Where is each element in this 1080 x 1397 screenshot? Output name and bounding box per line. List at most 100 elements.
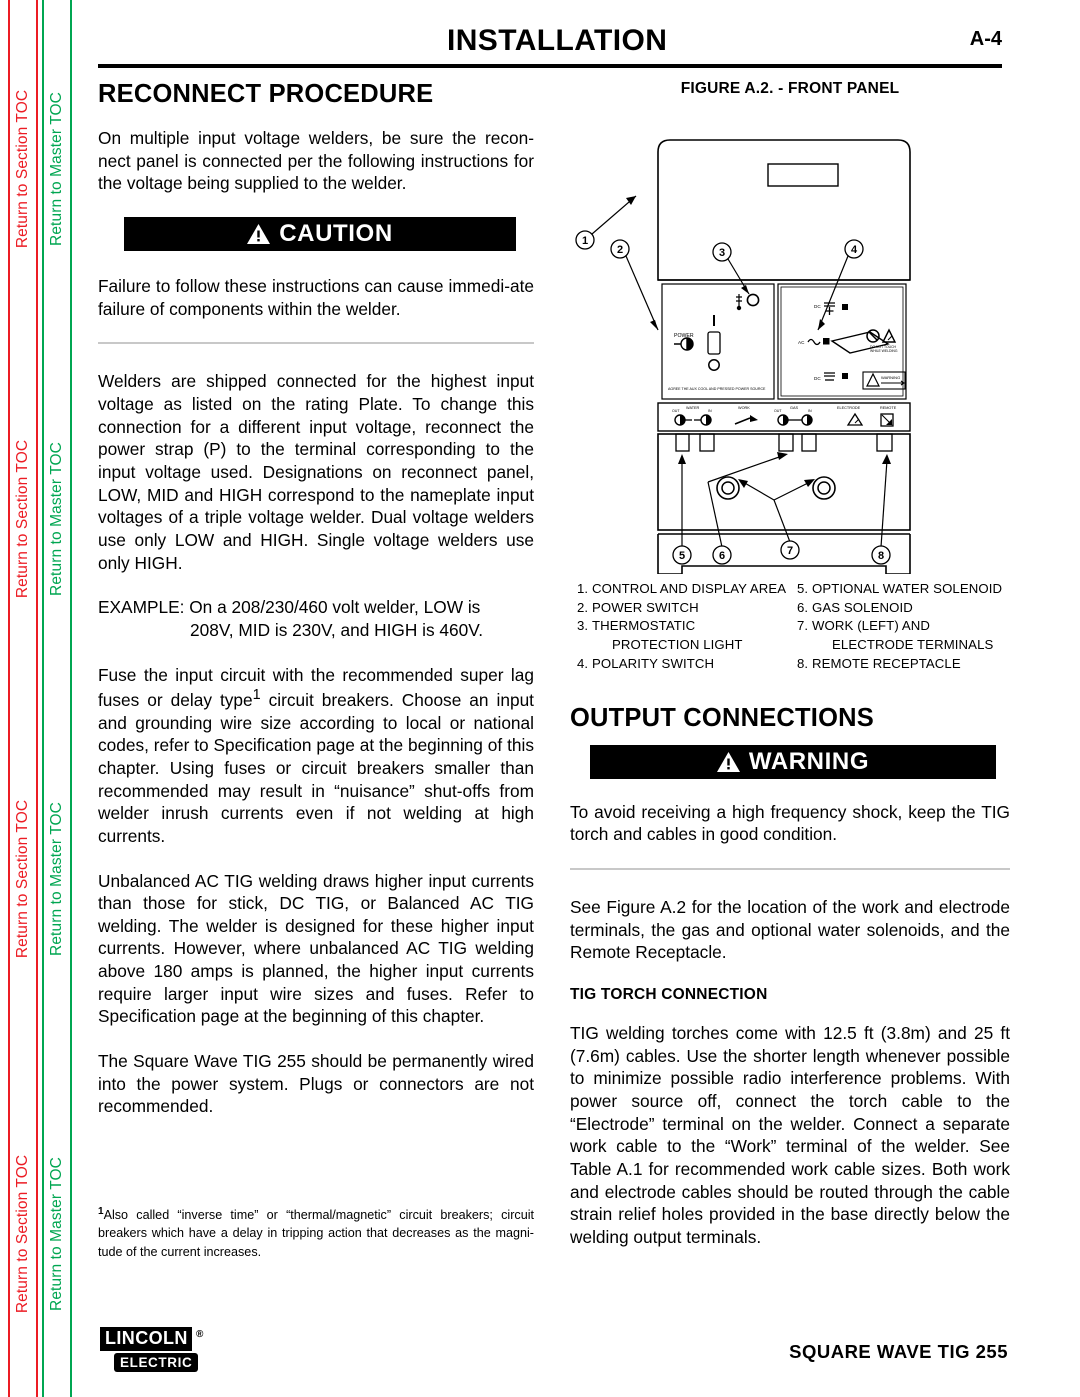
legend-text-line2: PROTECTION LIGHT	[612, 637, 743, 653]
svg-text:WATER: WATER	[686, 406, 700, 410]
callout-3: 3	[712, 242, 732, 262]
sidebar-item-section-toc[interactable]: Return to Section TOC	[14, 440, 32, 598]
figure-caption: FIGURE A.2. - FRONT PANEL	[680, 80, 900, 97]
paragraph-see-figure: See Figure A.2 for the location of the w…	[570, 896, 1010, 963]
sidebar-item-master-toc[interactable]: Return to Master TOC	[48, 802, 66, 956]
legend-text: POLARITY SWITCH	[592, 655, 715, 671]
legend-number: 7.	[797, 618, 809, 634]
footer-model-name: SQUARE WAVE TIG 255	[789, 1341, 1008, 1362]
svg-text:WORK: WORK	[738, 406, 750, 410]
paragraph-hf-shock-warning: To avoid receiving a high frequency shoc…	[570, 801, 1010, 845]
legend-item: 5. OPTIONAL WATER SOLENOID	[790, 580, 1010, 599]
subsection-heading-tig-torch-connection: TIG TORCH CONNECTION	[570, 985, 768, 1003]
svg-text:IN: IN	[808, 409, 812, 413]
legend-item: 7. WORK (LEFT) AND ELECTRODE TERMINALS	[790, 617, 1010, 654]
svg-text:1: 1	[582, 235, 588, 247]
legend-text: CONTROL AND DISPLAY AREA	[592, 581, 787, 596]
sidebar-rail-master-toc[interactable]: Return to Master TOC Return to Master TO…	[42, 0, 72, 1397]
sidebar-rail-section-toc[interactable]: Return to Section TOC Return to Section …	[8, 0, 38, 1397]
warning-banner-label: WARNING	[748, 747, 870, 775]
svg-text:AC: AC	[798, 340, 805, 345]
svg-text:WHILE WELDING: WHILE WELDING	[870, 349, 898, 353]
legend-item: 2. POWER SWITCH	[570, 599, 790, 618]
callout-1: 1	[575, 230, 595, 250]
svg-text:OUT: OUT	[672, 409, 680, 413]
legend-text: THERMOSTATIC PROTECTION LIGHT	[592, 617, 790, 654]
logo-lincoln-text: LINCOLN ®	[100, 1327, 203, 1351]
svg-text:IN: IN	[708, 409, 712, 413]
warning-banner: WARNING	[590, 744, 996, 779]
lincoln-electric-logo: LINCOLN ® ELECTRIC	[100, 1327, 208, 1372]
power-panel-fineprint: AGREE THE AUX COOL AND PRESSED POWER SOU…	[668, 387, 766, 391]
paragraph-fusing: Fuse the input circuit with the recommen…	[98, 664, 534, 848]
svg-text:OUT: OUT	[774, 409, 782, 413]
callout-5: 5	[672, 545, 692, 565]
legend-text: REMOTE RECEPTACLE	[812, 655, 961, 671]
svg-text:7: 7	[787, 545, 793, 557]
svg-text:2: 2	[617, 244, 623, 256]
legend-text: POWER SWITCH	[592, 599, 699, 615]
document-page: Return to Section TOC Return to Section …	[0, 0, 1080, 1397]
legend-text-line2: ELECTRODE TERMINALS	[832, 637, 994, 653]
legend-number: 2.	[577, 599, 589, 615]
svg-text:ELECTRODE: ELECTRODE	[837, 406, 861, 410]
page-title: INSTALLATION	[447, 24, 668, 57]
legend-text-line1: WORK (LEFT) AND	[812, 618, 930, 634]
svg-text:5: 5	[679, 550, 685, 562]
svg-text:6: 6	[719, 550, 725, 562]
legend-text: WORK (LEFT) AND ELECTRODE TERMINALS	[812, 617, 1010, 654]
left-column: RECONNECT PROCEDURE On multiple input vo…	[98, 72, 534, 1118]
legend-text: OPTIONAL WATER SOLENOID	[812, 581, 1003, 596]
sidebar-item-section-toc[interactable]: Return to Section TOC	[14, 1155, 32, 1313]
sidebar-item-master-toc[interactable]: Return to Master TOC	[48, 442, 66, 596]
legend-number: 3.	[577, 618, 589, 634]
registered-trademark-icon: ®	[196, 1329, 204, 1340]
legend-column-left: 1. CONTROL AND DISPLAY AREA 2. POWER SWI…	[570, 580, 790, 674]
sidebar-item-section-toc[interactable]: Return to Section TOC	[14, 90, 32, 248]
legend-number: 6.	[797, 599, 809, 615]
paragraph-caution-text: Failure to follow these instructions can…	[98, 275, 534, 319]
warning-triangle-icon	[716, 751, 740, 772]
paragraph-example: EXAMPLE: On a 208/230/460 volt welder, L…	[98, 596, 534, 641]
section-heading-output-connections: OUTPUT CONNECTIONS	[570, 703, 874, 732]
paragraph-shipping-voltage: Welders are shipped connected for the hi…	[98, 371, 534, 573]
legend-number: 1.	[577, 581, 589, 596]
logo-electric-label: ELECTRIC	[114, 1353, 199, 1372]
legend-item: 6. GAS SOLENOID	[790, 599, 1010, 618]
callout-bubbles: 1 2 3 4 5 6 7 8	[575, 230, 891, 565]
caution-banner-label: CAUTION	[279, 219, 393, 247]
svg-text:3: 3	[719, 247, 725, 259]
right-column: FIGURE A.2. - FRONT PANEL POWER AGREE TH…	[570, 72, 1010, 1249]
paragraph-fusing-part2: circuit breakers. Choose an input and gr…	[98, 689, 534, 846]
paragraph-unbalanced-ac-tig: Unbalanced AC TIG welding draws higher i…	[98, 870, 534, 1027]
caution-banner: CAUTION	[124, 216, 516, 251]
callout-8: 8	[871, 545, 891, 565]
page-number: A-4	[969, 28, 1002, 50]
terminal-strip: OUT WATER IN WORK OUT GAS IN ELECTRODE R…	[672, 406, 897, 427]
panel-warning-plate: WARNING	[862, 371, 906, 390]
sidebar-item-master-toc[interactable]: Return to Master TOC	[48, 92, 66, 246]
legend-text: GAS SOLENOID	[812, 599, 913, 615]
paragraph-intro: On multiple input voltage welders, be su…	[98, 128, 534, 194]
example-second-line: 208V, MID is 230V, and HIGH is 460V.	[190, 619, 484, 640]
output-terminal-studs	[716, 476, 836, 500]
svg-text:4: 4	[851, 244, 858, 256]
legend-item: 4. POLARITY SWITCH	[570, 655, 790, 674]
sidebar-item-section-toc[interactable]: Return to Section TOC	[14, 800, 32, 958]
header-divider	[98, 64, 1002, 68]
thermostatic-light-lens	[746, 293, 760, 307]
legend-item: 1. CONTROL AND DISPLAY AREA	[570, 580, 790, 599]
legend-item: 8. REMOTE RECEPTACLE	[790, 655, 1010, 674]
figure-front-panel-drawing: POWER AGREE THE AUX COOL AND PRESSED POW…	[570, 104, 1010, 574]
legend-text-line1: THERMOSTATIC	[592, 618, 696, 634]
legend-item: 3. THERMOSTATIC PROTECTION LIGHT	[570, 617, 790, 654]
legend-number: 8.	[797, 655, 809, 671]
svg-text:GAS: GAS	[790, 406, 798, 410]
logo-lincoln-label: LINCOLN	[105, 1328, 188, 1348]
callout-7: 7	[780, 540, 800, 560]
footnote: 1Also called “inverse time” or “thermal/…	[98, 1205, 534, 1261]
svg-text:WARNING: WARNING	[881, 375, 900, 380]
sidebar-item-master-toc[interactable]: Return to Master TOC	[48, 1157, 66, 1311]
svg-text:DC: DC	[814, 304, 821, 309]
divider-rule	[98, 342, 534, 345]
